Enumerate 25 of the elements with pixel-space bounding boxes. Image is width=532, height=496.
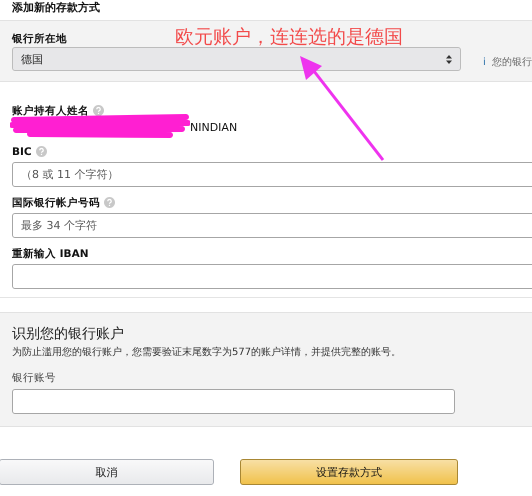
field-value: NINDIAN <box>190 120 238 134</box>
input-field[interactable] <box>12 389 455 414</box>
sort-caret-icon <box>446 54 452 64</box>
section-title: 识别您的银行账户 <box>12 325 125 343</box>
section-description: 为防止滥用您的银行账户，您需要验证末尾数字为577的账户详情，并提供完整的账号。 <box>12 346 402 359</box>
country-select[interactable]: 德国 <box>12 47 461 71</box>
field-label: 国际银行帐户号码 <box>12 196 100 210</box>
page-title: 添加新的存款方式 <box>11 0 100 13</box>
help-icon[interactable] <box>93 105 104 116</box>
input-field[interactable]: （8 或 11 个字符） <box>12 162 532 187</box>
input-field[interactable]: 最多 34 个字符 <box>12 213 532 238</box>
annotation-text: 欧元账户，连连选的是德国 <box>175 25 403 50</box>
field-label: 账户持有人姓名 <box>12 104 89 118</box>
info-text: 您的银行 <box>492 56 532 69</box>
input-field[interactable] <box>12 264 532 289</box>
help-icon[interactable] <box>104 197 115 208</box>
cancel-button[interactable]: 取消 <box>0 459 214 485</box>
help-icon[interactable] <box>36 146 47 157</box>
select-value: 德国 <box>21 52 43 66</box>
field-label: 银行所在地 <box>12 32 67 47</box>
info-icon: i <box>483 56 486 68</box>
field-label: 重新输入 IBAN <box>12 246 88 260</box>
submit-button[interactable]: 设置存款方式 <box>240 459 458 485</box>
field-label: BIC <box>12 146 32 158</box>
field-label: 银行账号 <box>12 371 57 385</box>
